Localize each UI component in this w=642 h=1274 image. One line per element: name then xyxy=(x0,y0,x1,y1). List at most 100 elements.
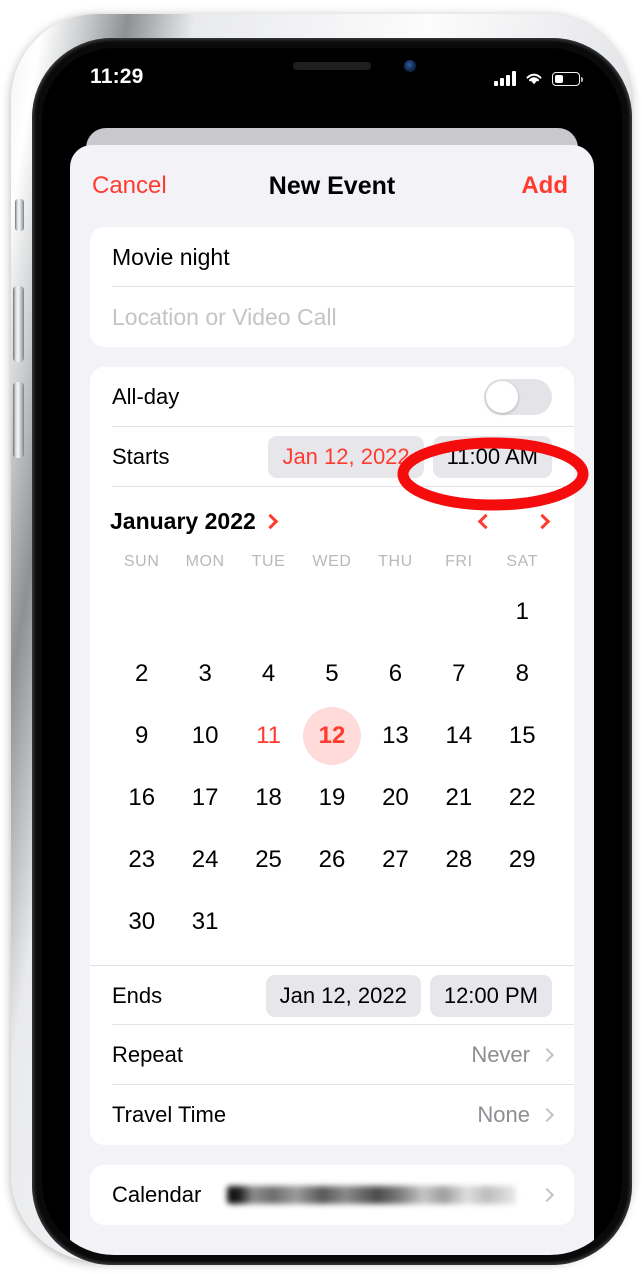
calendar-day[interactable]: 20 xyxy=(364,769,427,827)
calendar-day[interactable]: 14 xyxy=(427,707,490,765)
calendar-day-label: 18 xyxy=(255,784,282,811)
calendar-day[interactable]: 15 xyxy=(491,707,554,765)
calendar-day[interactable]: 4 xyxy=(237,645,300,703)
location-row[interactable]: Location or Video Call xyxy=(90,287,574,347)
calendar-weekday-header: SUN MON TUE WED THU FRI SAT xyxy=(110,549,554,583)
travel-time-row[interactable]: Travel Time None xyxy=(90,1085,574,1145)
repeat-label: Repeat xyxy=(112,1042,183,1067)
all-day-label: All-day xyxy=(112,384,180,409)
ends-row[interactable]: Ends Jan 12, 2022 12:00 PM xyxy=(90,965,574,1025)
calendar-day[interactable]: 22 xyxy=(491,769,554,827)
all-day-row[interactable]: All-day xyxy=(90,367,574,427)
calendar-day[interactable]: 10 xyxy=(173,707,236,765)
calendar-week-row: 2 3 4 5 6 7 8 xyxy=(110,645,554,703)
battery-icon xyxy=(552,72,583,86)
starts-time-pill[interactable]: 11:00 AM xyxy=(432,436,552,478)
notch xyxy=(224,48,440,84)
calendar-day[interactable]: 24 xyxy=(173,831,236,889)
calendar-day-label: 19 xyxy=(318,784,346,811)
calendar-day[interactable]: 21 xyxy=(427,769,490,827)
schedule-card: All-day Starts Jan 12, 2022 11:00 AM Jan… xyxy=(90,367,574,1145)
event-details-card: Movie night Location or Video Call xyxy=(90,227,574,347)
calendar-day[interactable]: 30 xyxy=(110,893,173,951)
calendar-day[interactable]: 9 xyxy=(110,707,173,765)
calendar-day[interactable]: 8 xyxy=(491,645,554,703)
ends-date-pill[interactable]: Jan 12, 2022 xyxy=(265,974,421,1017)
cancel-button[interactable]: Cancel xyxy=(92,172,167,200)
repeat-row[interactable]: Repeat Never xyxy=(90,1025,574,1085)
title-row[interactable]: Movie night xyxy=(90,227,574,287)
calendar-weekday: WED xyxy=(312,553,352,570)
cellular-signal-icon xyxy=(494,71,516,86)
calendar-day-label: 2 xyxy=(135,660,149,687)
calendar-day[interactable]: 5 xyxy=(300,645,363,703)
calendar-day[interactable]: 27 xyxy=(364,831,427,889)
ends-time-pill[interactable]: 12:00 PM xyxy=(429,974,552,1017)
calendar-day-label: 5 xyxy=(325,660,339,687)
silent-switch[interactable] xyxy=(15,199,24,231)
calendar-day[interactable]: 25 xyxy=(237,831,300,889)
front-camera-icon xyxy=(404,60,416,72)
calendar-day-label: 11 xyxy=(256,722,282,749)
phone-screen: 11:29 Cancel New Event Add Movie night L… xyxy=(42,48,622,1255)
calendar-day[interactable]: 11 xyxy=(237,707,300,765)
calendar-day[interactable]: 16 xyxy=(110,769,173,827)
calendar-day[interactable]: 18 xyxy=(237,769,300,827)
toggle-knob xyxy=(486,381,518,413)
calendar-day-label: 30 xyxy=(128,908,156,935)
navigation-bar: Cancel New Event Add xyxy=(70,145,594,227)
starts-row[interactable]: Starts Jan 12, 2022 11:00 AM xyxy=(90,427,574,487)
volume-down-button[interactable] xyxy=(13,382,24,458)
calendar-month-button[interactable]: January 2022 xyxy=(110,508,279,535)
calendar-weekday: THU xyxy=(378,553,413,570)
title-input[interactable]: Movie night xyxy=(112,244,230,271)
calendar-day[interactable]: 26 xyxy=(300,831,363,889)
calendar-weekday: MON xyxy=(185,553,225,570)
starts-pill-group: Jan 12, 2022 11:00 AM xyxy=(268,436,552,478)
calendar-day-label: 17 xyxy=(191,784,219,811)
calendar-row[interactable]: Calendar xyxy=(90,1165,574,1225)
calendar-week-row: 30 31 xyxy=(110,893,554,951)
calendar-day-label: 22 xyxy=(508,784,536,811)
calendar-day[interactable]: 17 xyxy=(173,769,236,827)
calendar-nav xyxy=(477,513,554,529)
calendar-day[interactable]: 28 xyxy=(427,831,490,889)
calendar-day[interactable]: 7 xyxy=(427,645,490,703)
calendar-day[interactable]: 29 xyxy=(491,831,554,889)
calendar-day-label: 31 xyxy=(191,908,219,935)
calendar-day-label: 8 xyxy=(515,660,529,687)
calendar-day-label: 23 xyxy=(128,846,156,873)
calendar-day[interactable]: 3 xyxy=(173,645,236,703)
calendar-day-label: 3 xyxy=(198,660,212,687)
calendar-week-row: 9 10 11 12 13 14 15 xyxy=(110,707,554,765)
ends-pill-group: Jan 12, 2022 12:00 PM xyxy=(265,974,552,1017)
calendar-day-label: 9 xyxy=(135,722,149,749)
chevron-right-icon xyxy=(539,1047,555,1063)
calendar-day[interactable]: 6 xyxy=(364,645,427,703)
new-event-sheet: Cancel New Event Add Movie night Locatio… xyxy=(70,145,594,1255)
calendar-day[interactable]: 12 xyxy=(300,707,363,765)
calendar-day[interactable]: 1 xyxy=(491,583,554,641)
calendar-day[interactable]: 19 xyxy=(300,769,363,827)
calendar-day-label: 20 xyxy=(382,784,409,811)
calendar-day[interactable]: 31 xyxy=(173,893,236,951)
starts-date-pill[interactable]: Jan 12, 2022 xyxy=(268,436,424,478)
calendar-weekday: SUN xyxy=(123,553,160,570)
calendar-day[interactable]: 23 xyxy=(110,831,173,889)
calendar-day-label: 10 xyxy=(191,722,219,749)
calendar-day[interactable]: 13 xyxy=(364,707,427,765)
location-input[interactable]: Location or Video Call xyxy=(112,304,337,331)
calendar-weekday: TUE xyxy=(251,553,286,570)
add-button[interactable]: Add xyxy=(521,172,568,200)
chevron-right-icon[interactable] xyxy=(534,513,551,529)
phone-frame: 11:29 Cancel New Event Add Movie night L… xyxy=(11,14,632,1265)
calendar-day-label: 12 xyxy=(302,707,361,765)
all-day-toggle[interactable] xyxy=(484,379,552,415)
inline-date-picker: January 2022 SUN MON TUE WED THU FRI SAT 12345… xyxy=(90,487,574,965)
volume-up-button[interactable] xyxy=(13,286,24,362)
calendar-grid: 1 2 3 4 5 6 7 8 9 10 11 12 13 14 15 16 17 18 19 20 21 22 23 24 2… xyxy=(110,583,554,951)
chevron-left-icon[interactable] xyxy=(477,513,494,529)
calendar-day-label: 16 xyxy=(128,784,156,811)
calendar-day[interactable]: 2 xyxy=(110,645,173,703)
chevron-right-icon xyxy=(539,1107,555,1123)
